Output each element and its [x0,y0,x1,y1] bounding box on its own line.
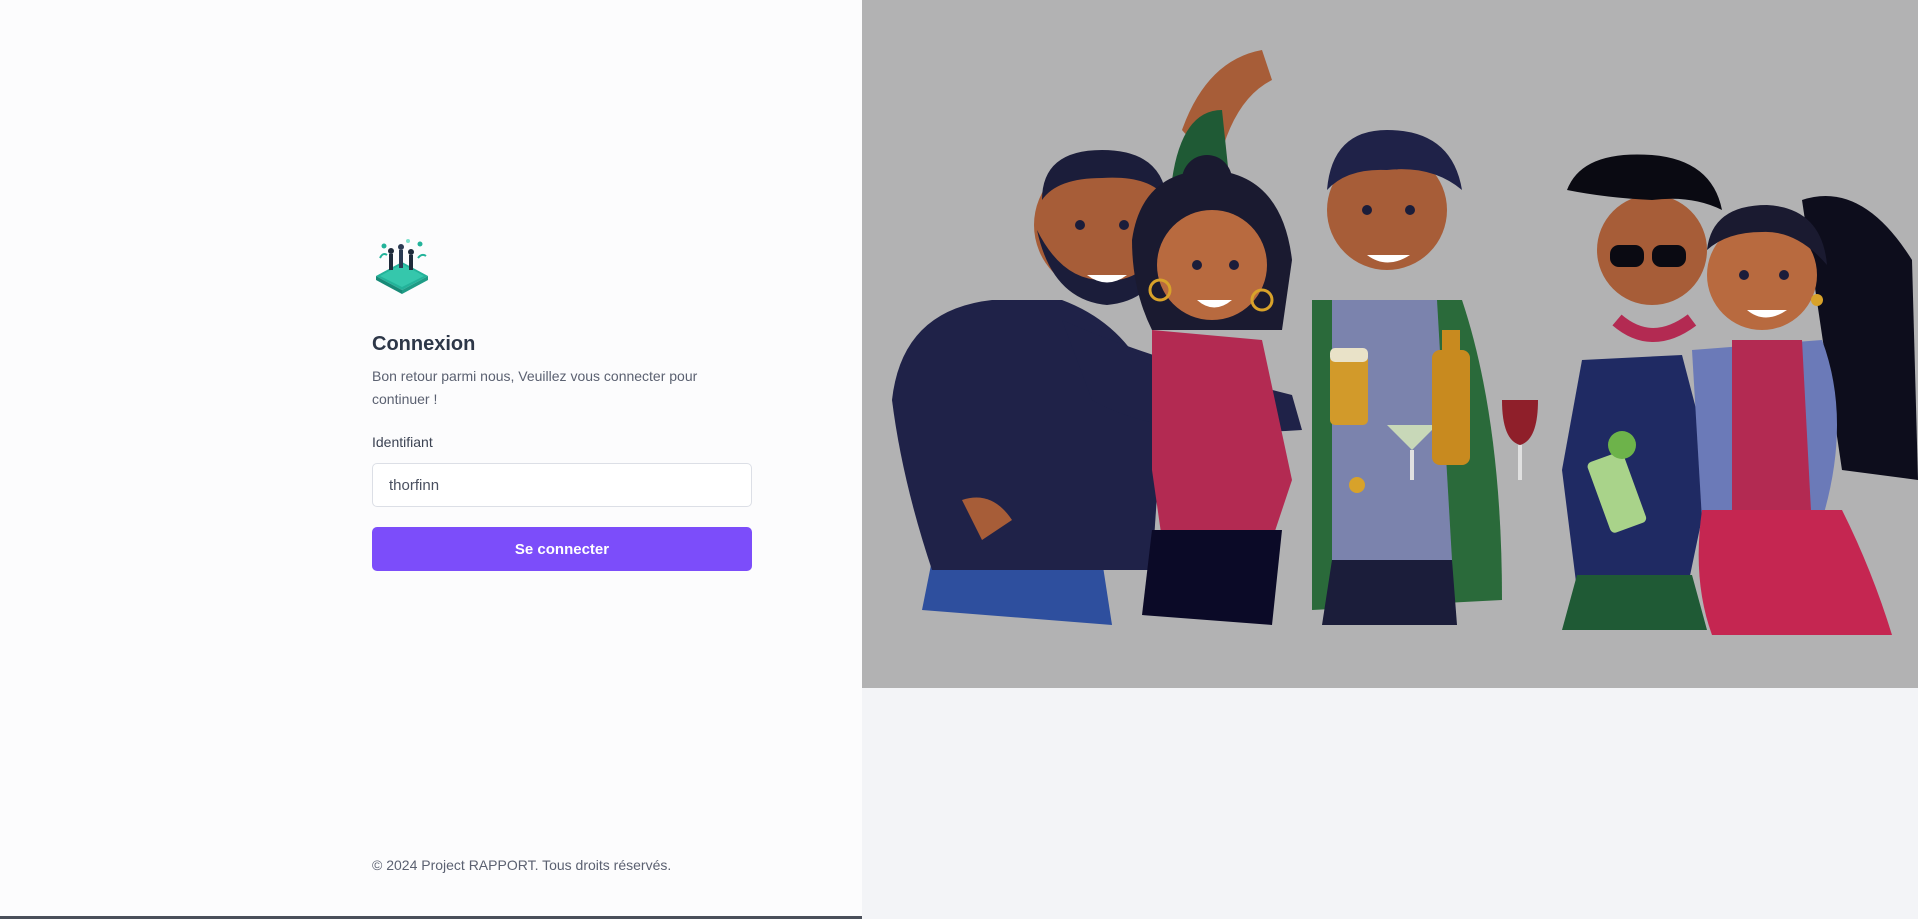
username-input[interactable] [372,463,752,507]
footer-copyright: © 2024 Project RAPPORT. Tous droits rése… [372,857,672,873]
hero-image [862,0,1918,688]
page-title: Connexion [372,333,476,355]
group-of-friends-toasting-illustration [862,0,1918,688]
username-label: Identifiant [372,434,433,450]
login-form: Connexion Bon retour parmi nous, Veuille… [372,236,752,571]
login-panel: Connexion Bon retour parmi nous, Veuille… [0,0,862,919]
hero-panel [862,0,1918,919]
isometric-people-logo-icon [376,239,428,294]
login-page: Connexion Bon retour parmi nous, Veuille… [0,0,1918,919]
login-button[interactable]: Se connecter [372,527,752,571]
login-subtitle: Bon retour parmi nous, Veuillez vous con… [372,368,698,407]
